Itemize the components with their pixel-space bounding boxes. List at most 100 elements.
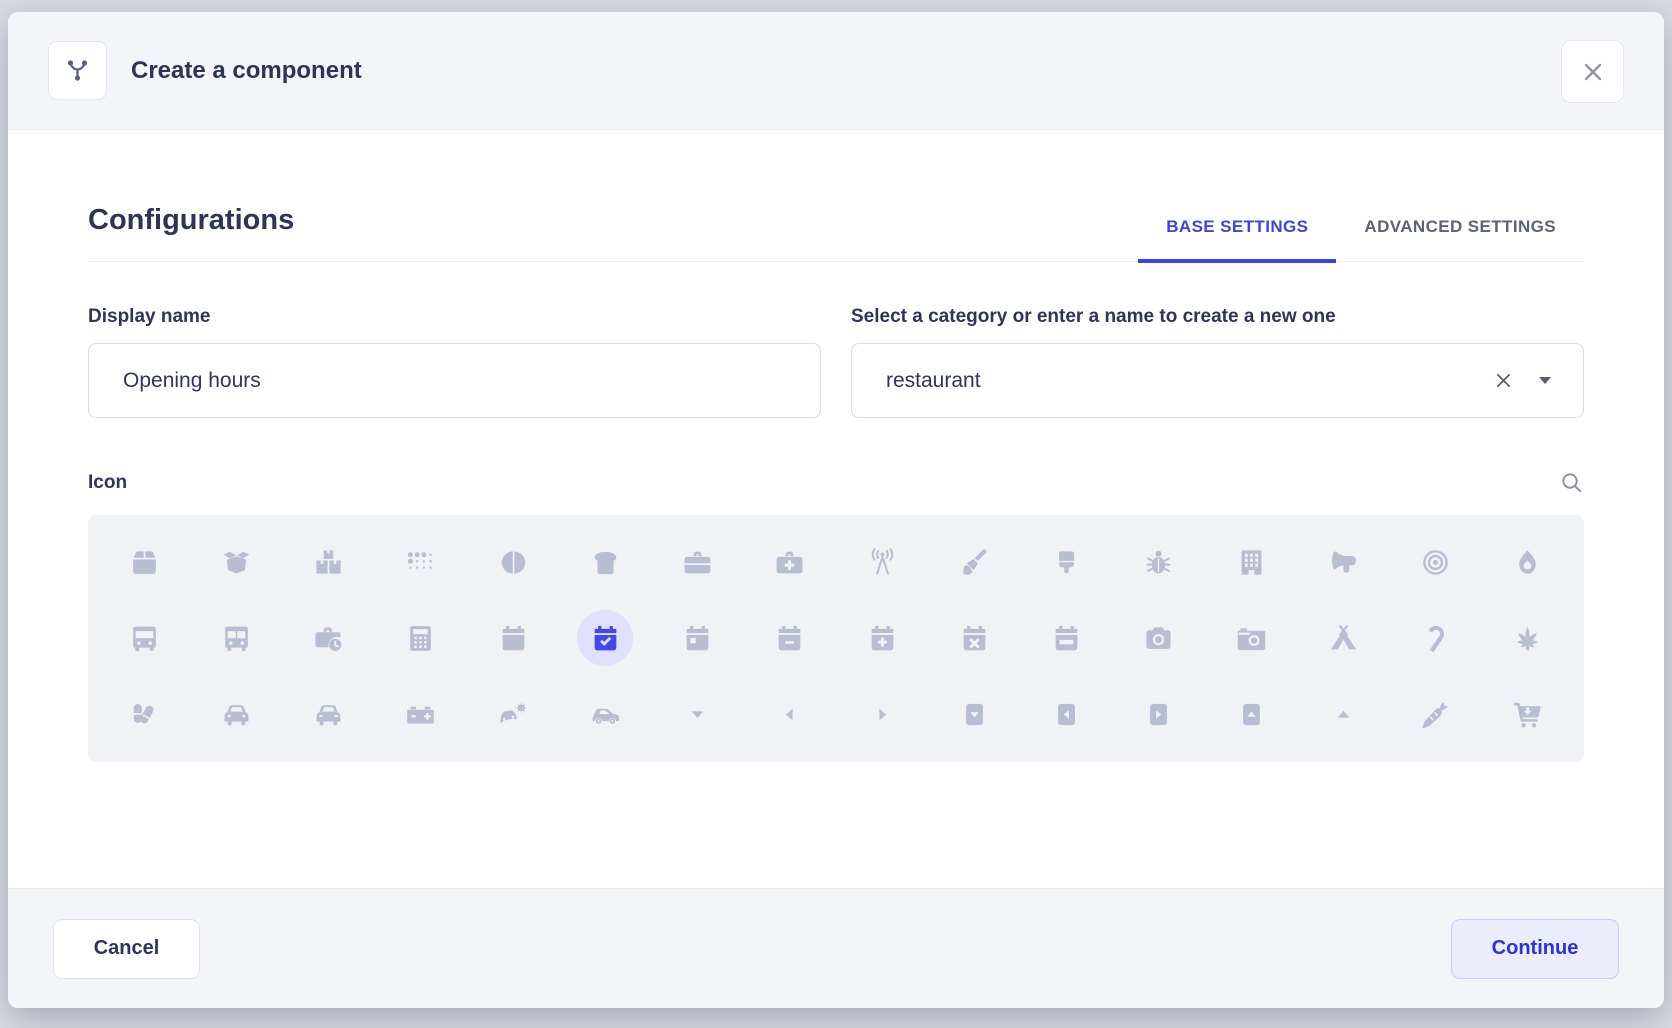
icon-option-bread-slice[interactable] [559, 528, 651, 598]
broadcast-tower-icon [867, 547, 898, 578]
close-button[interactable] [1561, 40, 1624, 103]
icon-option-cannabis[interactable] [1482, 603, 1574, 673]
icon-option-caret-square-down[interactable] [928, 679, 1020, 749]
icon-wrap [762, 686, 818, 742]
form-fields: Display name Select a category or enter … [88, 306, 1584, 418]
icon-option-broadcast-tower[interactable] [836, 528, 928, 598]
calendar-times-icon [959, 623, 990, 654]
icon-wrap [1500, 535, 1556, 591]
icon-option-burn[interactable] [1482, 528, 1574, 598]
icon-option-caret-square-right[interactable] [1113, 679, 1205, 749]
icon-option-campground[interactable] [1297, 603, 1389, 673]
component-icon-box [48, 41, 107, 100]
icon-option-car-alt[interactable] [283, 679, 375, 749]
icon-option-caret-left[interactable] [744, 679, 836, 749]
icon-option-candy-cane[interactable] [1390, 603, 1482, 673]
icon-wrap [1131, 610, 1187, 666]
tab-base-settings[interactable]: BASE SETTINGS [1138, 217, 1336, 263]
icon-wrap [1131, 686, 1187, 742]
icon-option-bullseye[interactable] [1390, 528, 1482, 598]
icon-option-calendar[interactable] [467, 603, 559, 673]
calculator-icon [405, 623, 436, 654]
icon-option-bullhorn[interactable] [1297, 528, 1389, 598]
icon-option-brain[interactable] [467, 528, 559, 598]
tab-advanced-settings[interactable]: ADVANCED SETTINGS [1336, 217, 1584, 263]
icon-option-brush[interactable] [1021, 528, 1113, 598]
calendar-plus-icon [867, 623, 898, 654]
search-icon[interactable] [1559, 470, 1584, 495]
icon-option-briefcase[interactable] [652, 528, 744, 598]
icon-option-calendar-week[interactable] [1021, 603, 1113, 673]
continue-button[interactable]: Continue [1451, 919, 1619, 979]
icon-option-caret-right[interactable] [836, 679, 928, 749]
icon-option-box-open[interactable] [190, 528, 282, 598]
caret-up-icon [1328, 699, 1359, 730]
caret-down-icon[interactable] [1538, 376, 1552, 385]
icon-option-calendar-times[interactable] [928, 603, 1020, 673]
icon-wrap [946, 535, 1002, 591]
icon-option-car-side[interactable] [559, 679, 651, 749]
page-backdrop: { "modal": { "title": "Create a componen… [0, 0, 1672, 1028]
section-head: Configurations BASE SETTINGS ADVANCED SE… [88, 204, 1584, 262]
bullhorn-icon [1328, 547, 1359, 578]
box-open-icon [221, 547, 252, 578]
icon-option-caret-up[interactable] [1297, 679, 1389, 749]
icon-option-car-battery[interactable] [375, 679, 467, 749]
category-input[interactable] [851, 343, 1584, 418]
icon-option-caret-down[interactable] [652, 679, 744, 749]
briefcase-icon [682, 547, 713, 578]
category-field-group: Select a category or enter a name to cre… [851, 306, 1584, 418]
dialog-footer: Cancel Continue [8, 888, 1664, 1008]
icon-option-camera-retro[interactable] [1205, 603, 1297, 673]
icon-option-boxes[interactable] [283, 528, 375, 598]
icon-option-calculator[interactable] [375, 603, 467, 673]
car-crash-icon [498, 699, 529, 730]
display-name-label: Display name [88, 306, 821, 328]
brain-icon [498, 547, 529, 578]
icon-option-business-time[interactable] [283, 603, 375, 673]
icon-option-calendar-check[interactable] [559, 603, 651, 673]
icon-option-caret-square-left[interactable] [1021, 679, 1113, 749]
display-name-input[interactable] [88, 343, 821, 418]
icon-option-calendar-minus[interactable] [744, 603, 836, 673]
icon-option-caret-square-up[interactable] [1205, 679, 1297, 749]
capsules-icon [129, 699, 160, 730]
icon-wrap [208, 686, 264, 742]
icon-wrap [1500, 610, 1556, 666]
icon-option-bus-alt[interactable] [190, 603, 282, 673]
icon-option-building[interactable] [1205, 528, 1297, 598]
icon-option-briefcase-medical[interactable] [744, 528, 836, 598]
icon-option-car-crash[interactable] [467, 679, 559, 749]
dialog-body: Configurations BASE SETTINGS ADVANCED SE… [8, 130, 1664, 888]
icon-option-bug[interactable] [1113, 528, 1205, 598]
icon-option-carrot[interactable] [1390, 679, 1482, 749]
icon-option-cart-arrow-down[interactable] [1482, 679, 1574, 749]
icon-option-calendar-day[interactable] [652, 603, 744, 673]
selected-icon-highlight [577, 610, 633, 666]
icon-option-car[interactable] [190, 679, 282, 749]
icon-option-bus[interactable] [98, 603, 190, 673]
icon-wrap [670, 535, 726, 591]
icon-option-braille[interactable] [375, 528, 467, 598]
cancel-button[interactable]: Cancel [53, 919, 200, 979]
clear-x-icon[interactable] [1493, 370, 1514, 391]
box-icon [129, 547, 160, 578]
icon-wrap [854, 535, 910, 591]
icon-row [98, 528, 1574, 598]
icon-wrap [1223, 535, 1279, 591]
icon-option-box[interactable] [98, 528, 190, 598]
icon-wrap [1315, 535, 1371, 591]
icon-option-camera[interactable] [1113, 603, 1205, 673]
icon-wrap [1315, 610, 1371, 666]
icon-label: Icon [88, 472, 127, 494]
burn-icon [1512, 547, 1543, 578]
icon-option-calendar-plus[interactable] [836, 603, 928, 673]
icon-option-capsules[interactable] [98, 679, 190, 749]
category-select-controls [1493, 343, 1552, 418]
icon-option-broom[interactable] [928, 528, 1020, 598]
icon-wrap [116, 535, 172, 591]
icon-wrap [1315, 686, 1371, 742]
broom-icon [959, 547, 990, 578]
icon-wrap [301, 535, 357, 591]
calendar-week-icon [1051, 623, 1082, 654]
